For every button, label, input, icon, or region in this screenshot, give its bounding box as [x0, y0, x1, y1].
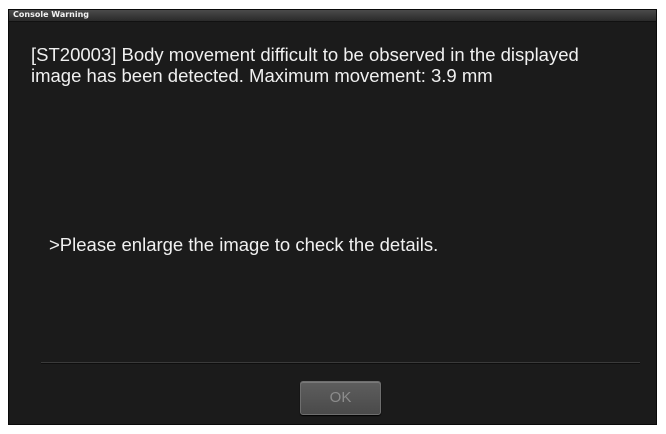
button-separator — [41, 362, 640, 364]
warning-hint: >Please enlarge the image to check the d… — [49, 234, 439, 255]
console-warning-dialog: Console Warning [ST20003] Body movement … — [8, 9, 657, 425]
dialog-title-bar[interactable]: Console Warning — [9, 10, 656, 22]
ok-button[interactable]: OK — [300, 381, 381, 415]
dialog-title: Console Warning — [13, 10, 90, 19]
warning-message: [ST20003] Body movement difficult to be … — [31, 44, 579, 86]
